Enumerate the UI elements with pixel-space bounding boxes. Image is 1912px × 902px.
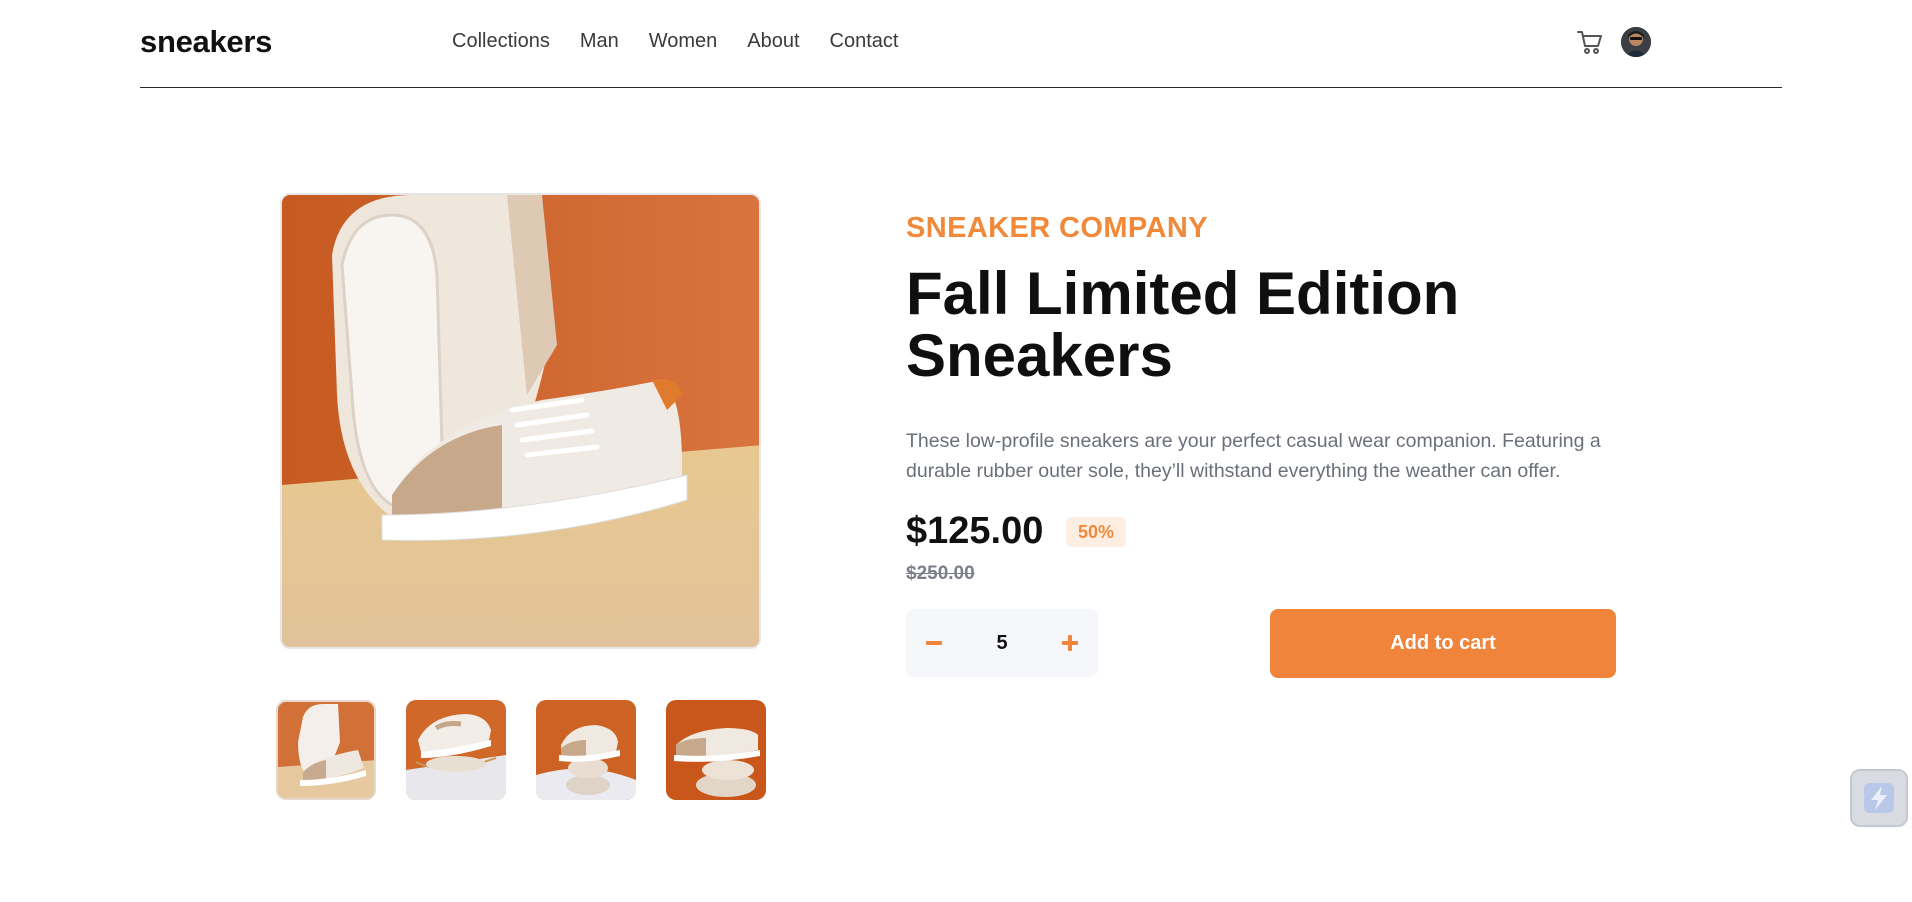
main-nav: Collections Man Women About Contact — [452, 30, 898, 53]
cart-icon[interactable] — [1576, 28, 1604, 56]
lightning-icon[interactable] — [1850, 769, 1908, 827]
nav-item-contact[interactable]: Contact — [830, 30, 899, 53]
thumbnail-3[interactable] — [536, 700, 636, 800]
thumbnail-list — [276, 700, 766, 800]
avatar[interactable] — [1621, 27, 1651, 57]
original-price: $250.00 — [906, 563, 975, 584]
header-divider — [140, 0, 1782, 88]
product-description: These low-profile sneakers are your perf… — [906, 430, 1601, 482]
thumbnail-2[interactable] — [406, 700, 506, 800]
product-title: Fall Limited Edition Sneakers — [906, 260, 1460, 389]
nav-item-about[interactable]: About — [747, 30, 799, 53]
thumbnail-4[interactable] — [666, 700, 766, 800]
plus-icon[interactable] — [1042, 609, 1098, 677]
product-main-image[interactable] — [280, 193, 761, 649]
nav-item-man[interactable]: Man — [580, 30, 619, 53]
minus-icon[interactable] — [906, 609, 962, 677]
company-name: SNEAKER COMPANY — [906, 212, 1208, 244]
quantity-value: 5 — [996, 632, 1008, 654]
thumbnail-1[interactable] — [276, 700, 376, 800]
add-to-cart-button[interactable]: Add to cart — [1270, 609, 1616, 678]
quantity-stepper: 5 — [906, 609, 1098, 677]
current-price: $125.00 — [906, 510, 1044, 552]
logo[interactable]: sneakers — [140, 24, 272, 60]
discount-badge: 50% — [1066, 517, 1126, 547]
nav-item-collections[interactable]: Collections — [452, 30, 550, 53]
nav-item-women[interactable]: Women — [649, 30, 718, 53]
